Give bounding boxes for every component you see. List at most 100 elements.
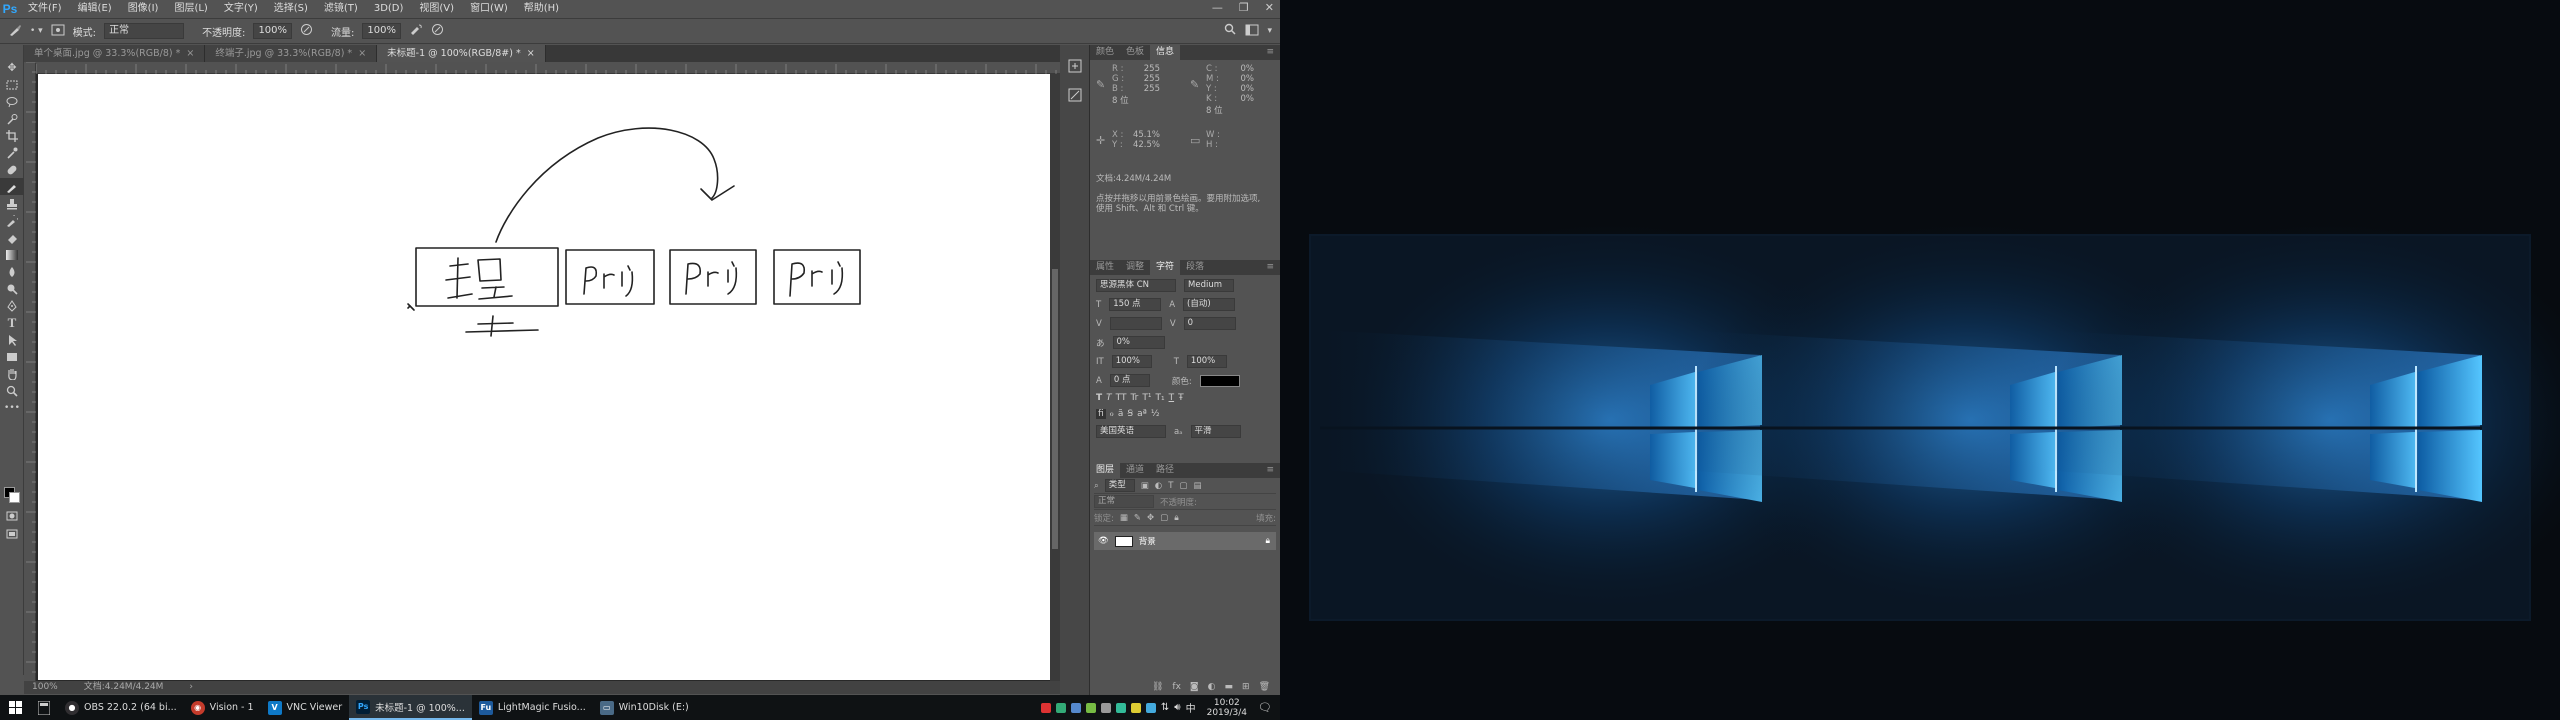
close-button[interactable]: ✕ bbox=[1265, 0, 1274, 15]
lock-brush-icon[interactable]: ✎ bbox=[1134, 513, 1141, 523]
horizontal-scale-field[interactable]: 100% bbox=[1186, 355, 1227, 368]
fraction-icon[interactable]: ½ bbox=[1151, 409, 1160, 419]
menu-3d[interactable]: 3D(D) bbox=[366, 0, 412, 17]
search-icon[interactable] bbox=[1224, 23, 1237, 39]
tab-swatches[interactable]: 色板 bbox=[1120, 45, 1150, 60]
filter-adjust-icon[interactable]: ◐ bbox=[1155, 481, 1162, 491]
taskbar-photoshop[interactable]: Ps 未标题-1 @ 100%... bbox=[349, 695, 472, 720]
tracking-field[interactable]: 0 bbox=[1183, 317, 1236, 330]
titling-icon[interactable]: Ꞩ bbox=[1127, 409, 1133, 419]
workspace-menu-icon[interactable]: ▾ bbox=[1267, 26, 1280, 36]
text-color-swatch[interactable] bbox=[1199, 374, 1240, 387]
menu-layer[interactable]: 图层(L) bbox=[166, 0, 215, 17]
filter-pixel-icon[interactable]: ▣ bbox=[1141, 481, 1149, 491]
language-select[interactable]: 美国英语 bbox=[1096, 425, 1166, 438]
marquee-tool-icon[interactable] bbox=[0, 76, 24, 93]
underline-button[interactable]: T bbox=[1169, 393, 1175, 403]
panel-menu-icon[interactable]: ≡ bbox=[1260, 463, 1280, 478]
tab-info[interactable]: 信息 bbox=[1150, 45, 1181, 60]
stamp-tool-icon[interactable] bbox=[0, 195, 24, 212]
menu-image[interactable]: 图像(I) bbox=[120, 0, 167, 17]
leading-field[interactable]: (自动) bbox=[1183, 298, 1236, 311]
menu-type[interactable]: 文字(Y) bbox=[216, 0, 266, 17]
scrollbar-thumb[interactable] bbox=[1052, 269, 1058, 549]
zoom-tool-icon[interactable] bbox=[0, 382, 24, 399]
shape-tool-icon[interactable] bbox=[0, 348, 24, 365]
document-canvas[interactable] bbox=[38, 74, 1050, 680]
menu-file[interactable]: 文件(F) bbox=[20, 0, 70, 17]
ordinal-icon[interactable]: aª bbox=[1137, 409, 1147, 419]
history-icon[interactable] bbox=[1068, 59, 1089, 76]
tab-adjustments[interactable]: 调整 bbox=[1120, 260, 1150, 275]
tray-app-icon[interactable] bbox=[1070, 702, 1081, 713]
tray-app-icon[interactable] bbox=[1055, 702, 1066, 713]
adjustment-layer-icon[interactable]: ◐ bbox=[1208, 680, 1216, 694]
tray-app-icon[interactable] bbox=[1115, 702, 1126, 713]
history-brush-tool-icon[interactable] bbox=[0, 212, 24, 229]
add-mask-icon[interactable]: ◙ bbox=[1190, 680, 1199, 694]
tab-properties[interactable]: 属性 bbox=[1090, 260, 1120, 275]
taskbar-drive[interactable]: ▭ Win10Disk (E:) bbox=[593, 695, 696, 720]
blend-mode-select[interactable]: 正常 bbox=[1094, 495, 1154, 508]
menu-select[interactable]: 选择(S) bbox=[266, 0, 316, 17]
dodge-tool-icon[interactable] bbox=[0, 280, 24, 297]
gradient-tool-icon[interactable] bbox=[0, 246, 24, 263]
tab-color[interactable]: 颜色 bbox=[1090, 45, 1120, 60]
brush-tool-icon[interactable] bbox=[8, 23, 22, 40]
small-caps-button[interactable]: Tr bbox=[1130, 393, 1138, 403]
kerning-field[interactable] bbox=[1109, 317, 1162, 330]
properties-icon[interactable] bbox=[1068, 88, 1089, 105]
volume-icon[interactable]: 🔊︎ bbox=[1174, 702, 1180, 713]
baseline-shift-field[interactable]: 0 点 bbox=[1109, 374, 1150, 387]
all-caps-button[interactable]: TT bbox=[1116, 393, 1127, 403]
restore-button[interactable]: ❐ bbox=[1239, 0, 1249, 15]
flow-field[interactable]: 100% bbox=[362, 23, 401, 39]
tray-app-icon[interactable] bbox=[1040, 702, 1051, 713]
new-group-icon[interactable]: ▬ bbox=[1225, 680, 1234, 694]
background-color-swatch[interactable] bbox=[9, 492, 20, 503]
menu-help[interactable]: 帮助(H) bbox=[516, 0, 567, 17]
windows-start-icon[interactable] bbox=[0, 695, 30, 720]
close-icon[interactable]: × bbox=[358, 48, 366, 59]
filter-type-icon[interactable]: T bbox=[1168, 481, 1173, 491]
tab-channels[interactable]: 通道 bbox=[1120, 463, 1150, 478]
filter-search-icon[interactable]: ⌕ bbox=[1094, 481, 1099, 491]
lasso-tool-icon[interactable] bbox=[0, 93, 24, 110]
status-arrow-icon[interactable]: › bbox=[189, 681, 193, 694]
font-size-field[interactable]: 150 点 bbox=[1109, 298, 1162, 311]
brush-panel-icon[interactable] bbox=[51, 23, 65, 40]
quick-select-tool-icon[interactable] bbox=[0, 110, 24, 127]
screen-mode-icon[interactable] bbox=[0, 525, 24, 542]
link-layers-icon[interactable]: ⛓ bbox=[1152, 680, 1163, 694]
new-layer-icon[interactable]: ⊞ bbox=[1242, 680, 1250, 694]
lock-all-icon[interactable]: 🔒︎ bbox=[1174, 513, 1179, 523]
eye-icon[interactable]: 👁︎ bbox=[1098, 536, 1109, 546]
workspace-icon[interactable] bbox=[1245, 24, 1259, 39]
tray-app-icon[interactable] bbox=[1145, 702, 1156, 713]
layer-style-icon[interactable]: fx bbox=[1172, 680, 1181, 694]
delete-layer-icon[interactable]: 🗑︎ bbox=[1259, 680, 1270, 694]
tab-document-1[interactable]: 单个桌面.jpg @ 33.3%(RGB/8) * × bbox=[24, 45, 206, 62]
quick-mask-icon[interactable] bbox=[0, 507, 24, 524]
ime-icon[interactable]: 中 bbox=[1186, 700, 1196, 715]
filter-smart-icon[interactable]: ▤ bbox=[1193, 481, 1201, 491]
panel-menu-icon[interactable]: ≡ bbox=[1260, 45, 1280, 60]
healing-tool-icon[interactable] bbox=[0, 161, 24, 178]
tray-app-icon[interactable] bbox=[1100, 702, 1111, 713]
antialias-select[interactable]: 平滑 bbox=[1190, 425, 1241, 438]
faux-italic-button[interactable]: T bbox=[1106, 393, 1112, 403]
layer-kind-select[interactable]: 类型 bbox=[1104, 479, 1135, 492]
tab-paths[interactable]: 路径 bbox=[1150, 463, 1180, 478]
brush-tool-icon[interactable] bbox=[0, 178, 24, 195]
notification-icon[interactable]: 🗨︎ bbox=[1258, 701, 1272, 714]
tab-layers[interactable]: 图层 bbox=[1090, 463, 1121, 478]
stylistic-icon[interactable]: ã bbox=[1118, 409, 1124, 419]
pressure-size-icon[interactable] bbox=[431, 23, 444, 39]
tab-character[interactable]: 字符 bbox=[1150, 260, 1181, 275]
filter-shape-icon[interactable]: ▢ bbox=[1179, 481, 1187, 491]
panel-menu-icon[interactable]: ≡ bbox=[1260, 260, 1280, 275]
network-icon[interactable]: ⇅ bbox=[1161, 702, 1169, 713]
path-select-tool-icon[interactable] bbox=[0, 331, 24, 348]
minimize-button[interactable]: — bbox=[1212, 0, 1223, 15]
close-icon[interactable]: × bbox=[186, 48, 194, 59]
